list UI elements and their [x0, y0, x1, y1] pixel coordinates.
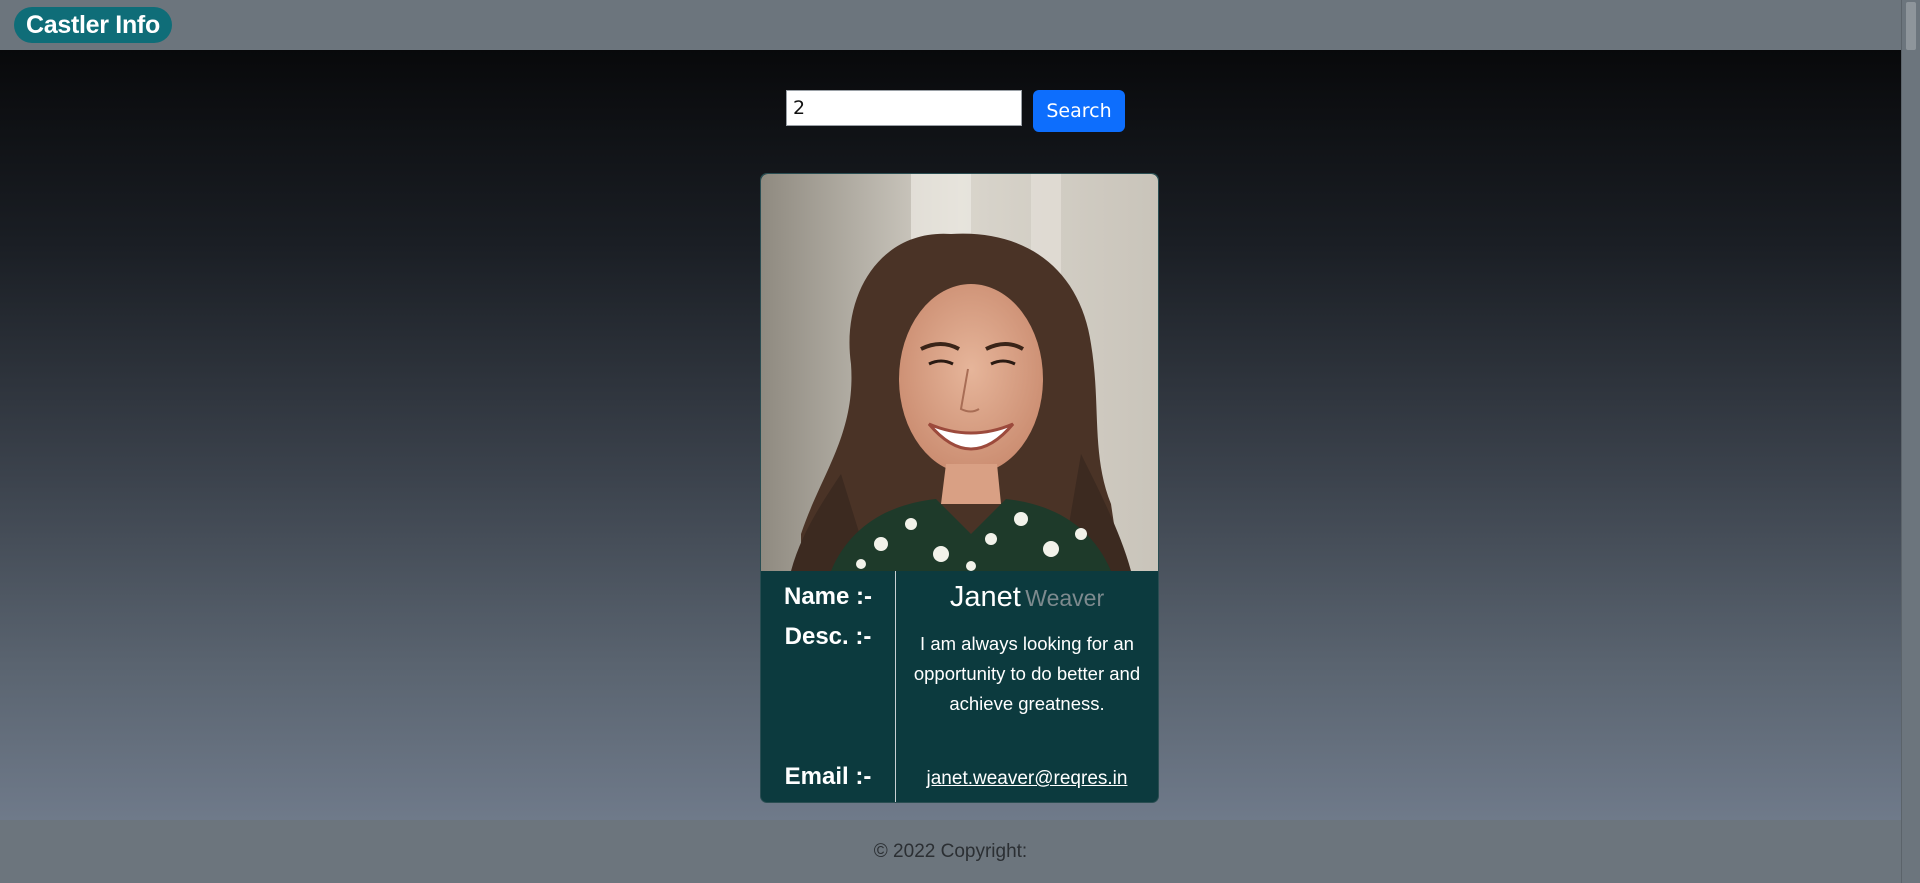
navbar: Castler Info: [0, 0, 1901, 50]
user-card: Name :- Desc. :- Email :- Janet Weaver I…: [760, 173, 1159, 803]
email-label: Email :-: [784, 763, 872, 790]
brand-logo-link[interactable]: Castler Info: [14, 7, 172, 43]
last-name: Weaver: [1025, 585, 1105, 611]
search-input[interactable]: [786, 90, 1022, 126]
main-content: Search: [0, 50, 1901, 820]
user-avatar-photo: [761, 174, 1158, 571]
email-link[interactable]: janet.weaver@reqres.in: [896, 768, 1158, 790]
page-scrollbar[interactable]: [1901, 0, 1920, 883]
desc-label: Desc. :-: [784, 623, 872, 650]
search-button[interactable]: Search: [1033, 90, 1125, 132]
name-label: Name :-: [783, 583, 873, 610]
search-bar: Search: [786, 90, 1125, 132]
copyright-text: © 2022 Copyright:: [873, 840, 1028, 862]
user-description: I am always looking for an opportunity t…: [913, 633, 1141, 714]
first-name: Janet: [949, 581, 1021, 613]
user-full-name: Janet Weaver: [896, 581, 1158, 614]
user-info-section: Name :- Desc. :- Email :- Janet Weaver I…: [761, 571, 1158, 802]
footer: © 2022 Copyright:: [0, 820, 1901, 883]
scrollbar-thumb[interactable]: [1906, 2, 1916, 50]
